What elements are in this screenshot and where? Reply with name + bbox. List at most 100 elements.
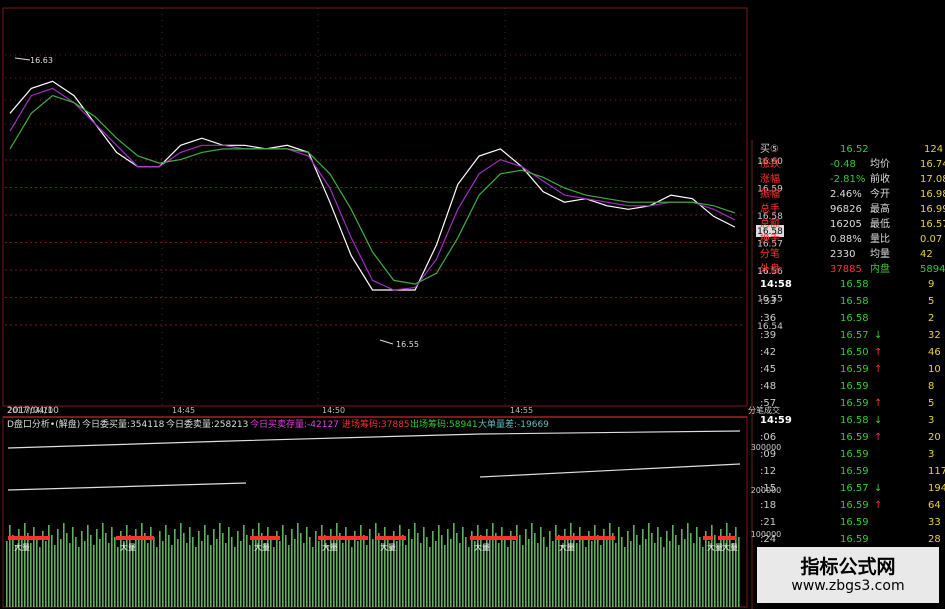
tick-time: :21: [760, 517, 777, 528]
volume-bar: [627, 531, 629, 607]
inflow-chips: 进场筹码:37885: [342, 420, 410, 430]
main-frame: [2, 7, 748, 407]
volume-bar: [450, 539, 452, 607]
quote-label: 换手: [760, 234, 780, 245]
volume-bar: [210, 545, 212, 607]
volume-bar: [51, 535, 53, 607]
volume-bar: [306, 527, 308, 607]
volume-bar: [405, 545, 407, 607]
today-sell-volume: 今日委卖量:258213: [166, 420, 249, 430]
volume-bar: [651, 533, 653, 607]
quote-value: 42: [920, 249, 933, 260]
tick-row: :09 16.59 3: [748, 447, 945, 462]
volume-bar: [60, 539, 62, 607]
buy5-volume: 124: [924, 144, 944, 155]
volume-bar: [135, 529, 137, 607]
quote-row: 分笔 2330 均量 42: [748, 247, 945, 262]
big-volume-block: [8, 536, 38, 540]
chart-labels: 16.6016.5916.5816.5716.5616.5516.542017/…: [7, 56, 784, 552]
volume-bar: [369, 529, 371, 607]
volume-bar: [153, 537, 155, 607]
tick-time: :42: [760, 347, 777, 358]
big-volume-label: 大量: [707, 542, 723, 552]
big-order-diff: 大单量差:-19669: [478, 420, 549, 430]
tick-price: 16.59: [840, 449, 869, 460]
quote-row: 涨跌 -0.48 均价 16.74: [748, 157, 945, 172]
volume-bar: [300, 533, 302, 607]
volume-bar: [468, 547, 470, 607]
volume-bar: [117, 547, 119, 607]
tick-direction: ↓: [874, 415, 883, 426]
tick-direction: ↓: [874, 483, 883, 494]
tick-price: 16.57: [840, 483, 869, 494]
volume-bar: [372, 539, 374, 607]
tick-row: :15 16.57 ↓ 194: [748, 481, 945, 496]
volume-bar: [666, 531, 668, 607]
tick-time: :33: [760, 296, 777, 307]
quote-label: 振幅: [760, 189, 780, 200]
volume-bar: [177, 539, 179, 607]
big-volume-label: 大量: [254, 542, 270, 552]
tick-direction: ↑: [874, 364, 883, 375]
quote-row: 换手 0.88% 量比 0.07: [748, 232, 945, 247]
volume-bar: [252, 529, 254, 607]
volume-bar: [276, 531, 278, 607]
volume-bar: [471, 531, 473, 607]
volume-bar: [270, 537, 272, 607]
indicator-title[interactable]: D盘口分析•(解盘): [7, 419, 80, 431]
buy-volume-line: [7, 430, 741, 449]
volume-bar: [147, 543, 149, 607]
tick-price: 16.58: [840, 296, 869, 307]
tick-row: :24 16.59 28: [748, 532, 945, 547]
tick-direction: ↓: [874, 330, 883, 341]
volume-bar: [75, 537, 77, 607]
volume-bar: [90, 535, 92, 607]
outer-value: 37885: [830, 264, 862, 275]
volume-bar: [687, 523, 689, 607]
volume-bar: [246, 535, 248, 607]
quote-label: 涨跌: [760, 159, 780, 170]
time-label: 14:45: [172, 406, 195, 415]
volume-bar: [609, 523, 611, 607]
volume-bar: [342, 543, 344, 607]
tick-row: :18 16.59 ↑ 64: [748, 498, 945, 513]
tick-price: 16.58: [840, 415, 869, 426]
volume-bar: [669, 541, 671, 607]
volume-bar: [576, 543, 578, 607]
tick-row: :45 16.59 ↑ 10: [748, 362, 945, 377]
tick-price: 16.58: [840, 313, 869, 324]
volume-bar: [720, 529, 722, 607]
volume-bar: [678, 545, 680, 607]
volume-bar: [45, 541, 47, 607]
big-volume-label: 大量: [322, 542, 338, 552]
big-volume-label: 大量: [722, 542, 738, 552]
volume-bar: [462, 527, 464, 607]
volume-bar: [144, 533, 146, 607]
big-volume-block: [376, 536, 406, 540]
volume-bar: [111, 527, 113, 607]
volume-bar: [54, 545, 56, 607]
quote-value: 16.74: [920, 159, 945, 170]
volume-bar: [504, 537, 506, 607]
volume-bar: [168, 535, 170, 607]
volume-bar: [444, 545, 446, 607]
volume-bar: [294, 539, 296, 607]
volume-bar: [105, 533, 107, 607]
tick-price: 16.59: [840, 398, 869, 409]
volume-bar: [540, 527, 542, 607]
volume-bar: [309, 537, 311, 607]
tick-volume: 32: [928, 330, 941, 341]
buy5-price: 16.52: [840, 144, 869, 155]
low-marker: [379, 339, 394, 345]
volume-bar: [417, 533, 419, 607]
volume-bar: [522, 545, 524, 607]
volume-bar: [726, 523, 728, 607]
tick-direction: ↑: [874, 432, 883, 443]
watermark: 指标公式网 www.zbgs3.com: [757, 547, 939, 603]
volume-bar: [426, 537, 428, 607]
volume-bar: [303, 543, 305, 607]
volume-bar: [243, 525, 245, 607]
tick-direction: ↑: [874, 398, 883, 409]
volume-bar: [213, 529, 215, 607]
quote-label: 涨幅: [760, 174, 780, 185]
